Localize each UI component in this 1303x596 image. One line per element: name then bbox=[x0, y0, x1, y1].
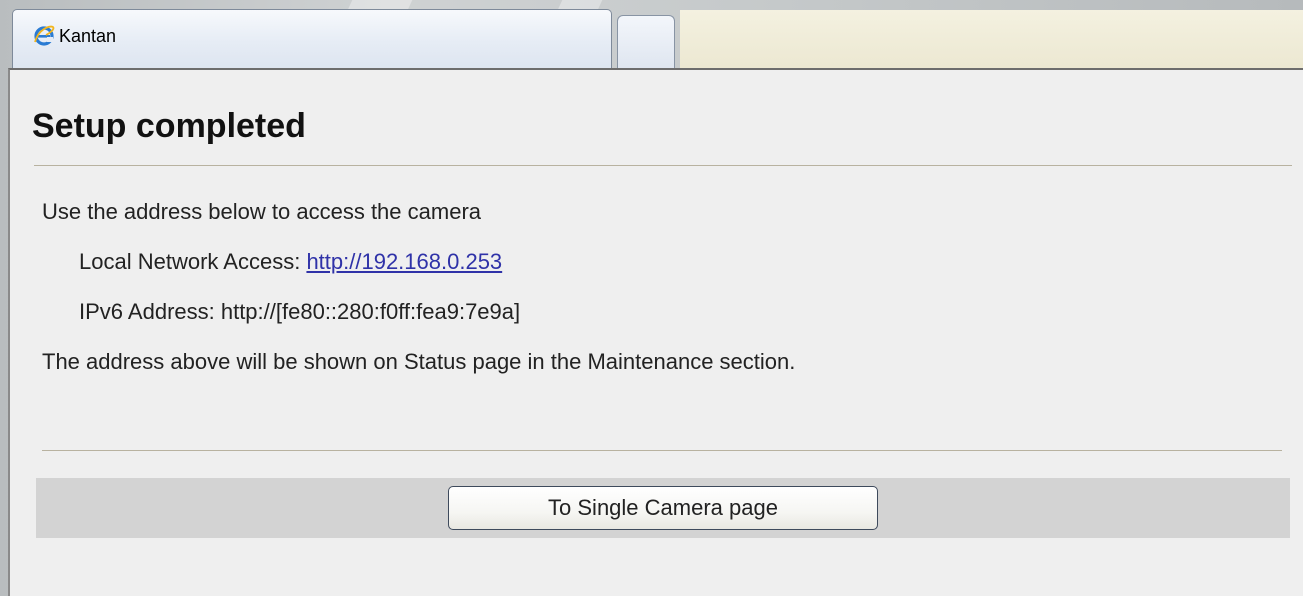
ipv6-address-text: IPv6 Address: http://[fe80::280:f0ff:fea… bbox=[79, 299, 521, 324]
intro-text: Use the address below to access the came… bbox=[42, 199, 482, 224]
button-bar: To Single Camera page bbox=[36, 478, 1290, 538]
to-single-camera-page-button[interactable]: To Single Camera page bbox=[448, 486, 878, 530]
tab-kantan[interactable]: Kantan bbox=[12, 9, 612, 69]
tab-title: Kantan bbox=[59, 26, 117, 46]
page-content: Setup completed Use the address below to… bbox=[8, 68, 1303, 596]
new-tab-button[interactable] bbox=[617, 15, 675, 68]
local-network-access-link[interactable]: http://192.168.0.253 bbox=[306, 249, 502, 274]
local-network-access-row: Local Network Access: http://192.168.0.2… bbox=[79, 248, 502, 276]
title-divider bbox=[34, 165, 1292, 166]
browser-tab-strip: Kantan bbox=[0, 0, 1303, 70]
bottom-divider bbox=[42, 450, 1282, 451]
local-network-access-label: Local Network Access: bbox=[79, 249, 307, 274]
status-note-text: The address above will be shown on Statu… bbox=[42, 349, 796, 374]
internet-explorer-icon bbox=[33, 24, 55, 46]
page-title: Setup completed bbox=[32, 107, 306, 145]
tab-strip-background bbox=[680, 10, 1303, 68]
